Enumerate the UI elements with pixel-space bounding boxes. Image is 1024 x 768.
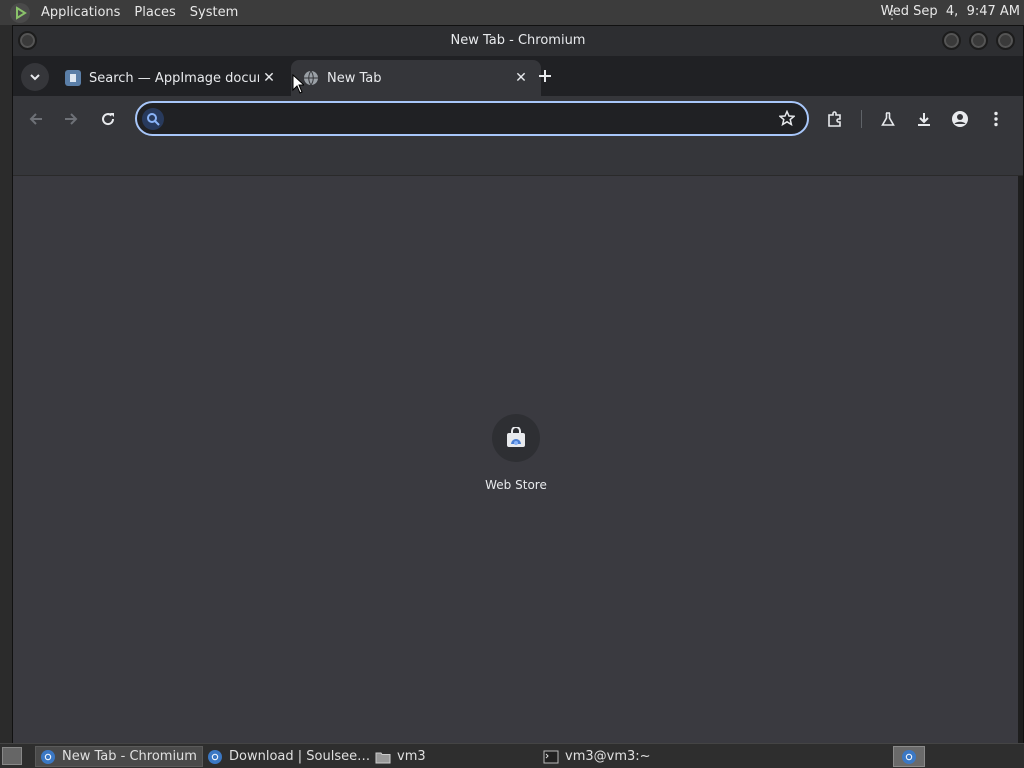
shortcut-label: Web Store [485,478,547,492]
extensions-button[interactable] [822,106,848,132]
chevron-down-icon [30,74,40,81]
task-label: New Tab - Chromium [62,749,197,764]
browser-window: New Tab - Chromium Search — AppImage doc… [12,25,1024,744]
plus-icon [539,70,551,82]
tray-chromium-icon[interactable] [893,746,925,767]
shortcut-tile[interactable] [492,414,540,462]
shortcut-web-store[interactable]: Web Store [474,414,558,492]
mouse-cursor-icon [292,73,306,98]
system-top-bar: Applications Places System Wed Sep 4, 9:… [0,0,1024,25]
chromium-icon [207,749,223,765]
labs-button[interactable] [875,106,901,132]
window-titlebar[interactable]: New Tab - Chromium [13,26,1023,56]
new-tab-page: Web Store [13,176,1019,744]
tab-strip: Search — AppImage docume ✕ New Tab ✕ [13,56,1023,96]
tab-search-appimage[interactable]: Search — AppImage docume ✕ [53,60,289,96]
applications-menu[interactable]: Applications [34,5,127,20]
chromium-icon [40,749,56,765]
toolbar-separator [861,110,862,128]
minimize-button[interactable] [942,31,961,50]
address-bar[interactable] [135,101,809,136]
back-button[interactable] [23,106,49,132]
forward-button[interactable] [58,106,84,132]
downloads-button[interactable] [911,106,937,132]
tab-title: New Tab [327,70,382,86]
window-menu-button[interactable] [18,31,37,50]
close-tab-icon[interactable]: ✕ [259,68,279,88]
bookmarks-bar [13,141,1023,176]
new-tab-button[interactable] [533,64,557,88]
tab-new-tab[interactable]: New Tab ✕ [291,60,541,96]
distro-logo-icon[interactable] [10,2,30,23]
reload-icon [102,113,115,126]
task-label: vm3 [397,749,426,764]
avatar-icon [952,111,968,127]
folder-icon [375,749,391,765]
reload-button[interactable] [95,106,121,132]
profile-button[interactable] [947,106,973,132]
download-icon [918,113,930,126]
task-label: vm3@vm3:~ [565,749,651,764]
clock[interactable]: Wed Sep 4, 9:47 AM [881,4,1020,19]
flask-icon [881,112,895,126]
task-download-soulseek[interactable]: Download | Soulsee… [203,746,371,767]
bookmark-star-icon[interactable] [778,109,796,130]
task-vm3-folder[interactable]: vm3 [371,746,539,767]
show-desktop-icon[interactable] [2,747,22,765]
puzzle-icon [828,111,841,127]
search-icon [142,108,164,130]
more-vertical-icon [994,111,998,127]
terminal-icon [543,749,559,765]
window-title: New Tab - Chromium [450,33,586,48]
task-terminal[interactable]: vm3@vm3:~ [539,746,707,767]
address-input[interactable] [171,107,761,131]
web-store-icon [507,427,525,447]
arrow-left-icon [29,113,42,125]
globe-icon [303,70,319,86]
browser-toolbar [13,96,1023,141]
tab-search-button[interactable] [21,63,49,91]
page-scrollbar[interactable] [1018,176,1023,744]
system-menu[interactable]: System [183,5,245,20]
tab-title: Search — AppImage docume [89,70,259,86]
browser-menu-button[interactable] [983,106,1009,132]
close-window-button[interactable] [996,31,1015,50]
task-new-tab-chromium[interactable]: New Tab - Chromium [35,746,203,767]
taskbar: New Tab - Chromium Download | Soulsee… v… [0,743,1024,768]
doc-search-icon [65,70,81,86]
maximize-button[interactable] [969,31,988,50]
task-label: Download | Soulsee… [229,749,371,764]
places-menu[interactable]: Places [127,5,182,20]
arrow-right-icon [65,113,78,125]
close-tab-icon[interactable]: ✕ [511,68,531,88]
